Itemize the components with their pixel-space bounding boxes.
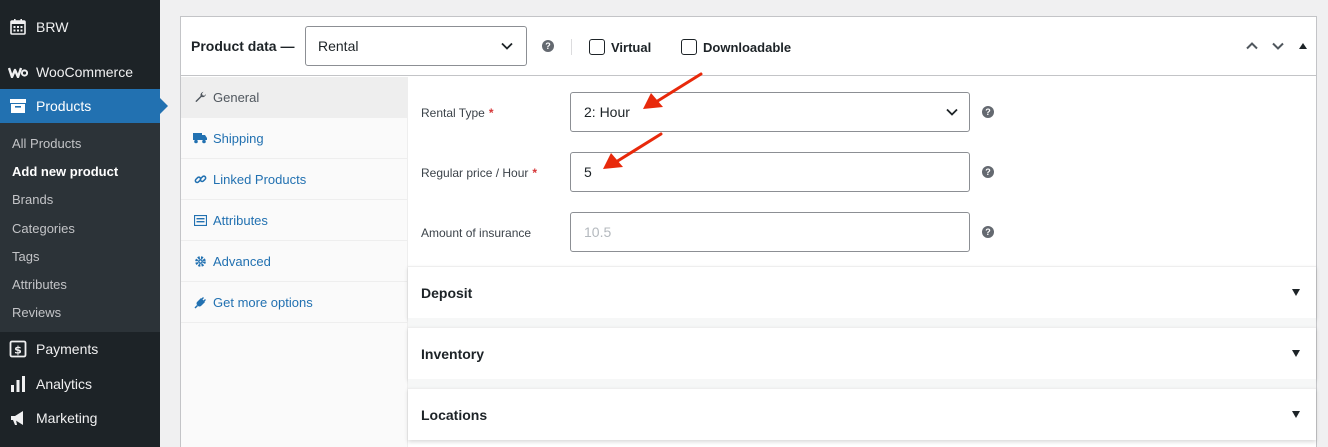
submenu-all-products[interactable]: All Products	[12, 136, 81, 151]
wrench-icon	[193, 90, 207, 104]
list-view-icon	[193, 213, 207, 227]
product-type-value: Rental	[318, 38, 359, 54]
product-type-select[interactable]: Rental	[305, 26, 527, 66]
chevron-down-icon	[501, 42, 513, 50]
submenu-tags[interactable]: Tags	[12, 249, 39, 264]
regular-price-help-icon[interactable]: ?	[982, 166, 994, 178]
truck-icon	[193, 131, 207, 145]
calendar-icon	[8, 17, 28, 37]
tab-general[interactable]: General	[181, 77, 408, 118]
submenu-attributes[interactable]: Attributes	[12, 277, 67, 292]
section-title: Deposit	[421, 285, 473, 301]
tab-label: Attributes	[213, 212, 268, 228]
regular-price-input[interactable]: 5	[570, 152, 970, 192]
menu-label-payments: Payments	[36, 341, 99, 357]
plug-icon	[193, 295, 207, 309]
section-inventory[interactable]: Inventory	[408, 327, 1316, 379]
insurance-label: Amount of insurance	[421, 226, 532, 240]
product-data-header: Product data — Rental ? Virtual Download…	[181, 17, 1316, 76]
regular-price-value: 5	[584, 164, 592, 180]
submenu-reviews[interactable]: Reviews	[12, 305, 61, 320]
rental-type-label: Rental Type *	[421, 106, 494, 120]
tab-shipping[interactable]: Shipping	[181, 118, 408, 159]
menu-item-brw[interactable]: BRW	[0, 10, 160, 44]
menu-item-analytics[interactable]: Analytics	[0, 367, 160, 401]
required-mark: *	[488, 106, 494, 120]
tab-linked-products[interactable]: Linked Products	[181, 159, 408, 200]
submenu-add-new-product[interactable]: Add new product	[12, 164, 118, 179]
menu-label-brw: BRW	[36, 19, 69, 35]
rental-type-help-icon[interactable]: ?	[982, 106, 994, 118]
rental-type-value: 2: Hour	[584, 104, 630, 120]
section-deposit[interactable]: Deposit	[408, 266, 1316, 318]
downloadable-label: Downloadable	[703, 40, 792, 55]
menu-item-payments[interactable]: $ Payments	[0, 332, 160, 366]
submenu-brands[interactable]: Brands	[12, 192, 53, 207]
section-title: Locations	[421, 407, 488, 423]
caret-down-icon	[1292, 289, 1300, 296]
insurance-input[interactable]: 10.5	[570, 212, 970, 252]
menu-label-marketing: Marketing	[36, 410, 98, 426]
tab-label: Advanced	[213, 253, 271, 269]
virtual-checkbox[interactable]	[589, 39, 605, 55]
megaphone-icon	[8, 408, 28, 428]
move-up-icon[interactable]	[1245, 39, 1259, 53]
dollar-icon: $	[8, 339, 28, 359]
submenu-categories[interactable]: Categories	[12, 221, 75, 236]
menu-item-marketing[interactable]: Marketing	[0, 401, 160, 435]
menu-item-woocommerce[interactable]: WooCommerce	[0, 55, 160, 89]
products-submenu: All Products Add new product Brands Cate…	[0, 123, 160, 332]
virtual-label: Virtual	[611, 40, 652, 55]
bar-chart-icon	[8, 374, 28, 394]
gear-icon	[193, 254, 207, 268]
section-gap	[408, 379, 1316, 388]
required-mark: *	[532, 166, 538, 180]
collapse-toggle-icon[interactable]	[1298, 41, 1308, 51]
tab-label: Shipping	[213, 130, 264, 146]
product-data-tabs: General Shipping Linked Products Attribu…	[181, 77, 408, 447]
menu-item-products[interactable]: Products	[0, 89, 168, 123]
regular-price-label: Regular price / Hour *	[421, 166, 538, 180]
section-gap	[408, 318, 1316, 327]
admin-sidebar: BRW WooCommerce Products All Products Ad…	[0, 0, 168, 447]
archive-box-icon	[8, 96, 28, 116]
tab-attributes[interactable]: Attributes	[181, 200, 408, 241]
caret-down-icon	[1292, 350, 1300, 357]
downloadable-checkbox[interactable]	[681, 39, 697, 55]
menu-label-woocommerce: WooCommerce	[36, 64, 133, 80]
tab-get-more-options[interactable]: Get more options	[181, 282, 408, 323]
chevron-down-icon	[946, 108, 958, 116]
link-icon	[193, 172, 207, 186]
menu-label-products: Products	[36, 98, 92, 114]
product-data-panel: Product data — Rental ? Virtual Download…	[180, 16, 1317, 447]
insurance-placeholder: 10.5	[584, 224, 612, 240]
rental-type-select[interactable]: 2: Hour	[570, 92, 970, 132]
section-title: Inventory	[421, 346, 485, 362]
tab-label: Linked Products	[213, 171, 307, 187]
tab-label: General	[213, 89, 260, 105]
help-icon[interactable]: ?	[542, 40, 554, 52]
tab-label: Get more options	[213, 294, 313, 310]
tab-advanced[interactable]: Advanced	[181, 241, 408, 282]
woocommerce-icon	[8, 62, 28, 82]
header-divider	[571, 39, 572, 55]
svg-text:$: $	[14, 344, 22, 357]
caret-down-icon	[1292, 411, 1300, 418]
section-locations[interactable]: Locations	[408, 388, 1316, 440]
product-data-title: Product data —	[191, 38, 295, 54]
menu-label-analytics: Analytics	[36, 376, 93, 392]
move-down-icon[interactable]	[1271, 39, 1285, 53]
insurance-help-icon[interactable]: ?	[982, 226, 994, 238]
